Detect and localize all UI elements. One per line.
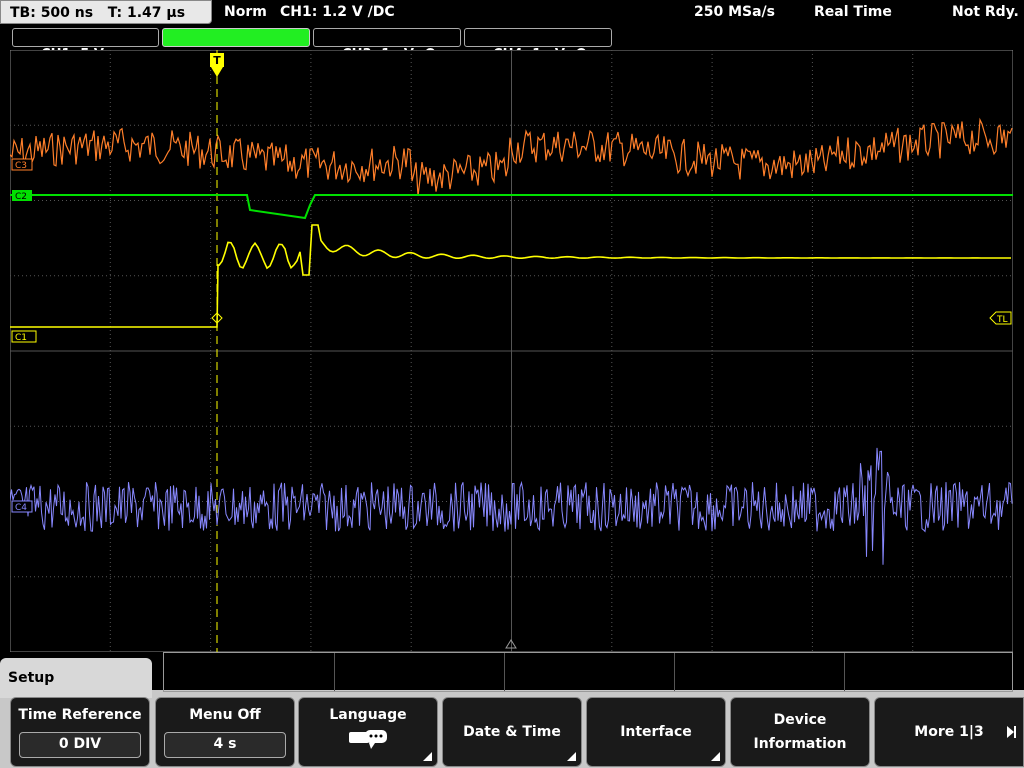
menu-off-value: 4 s <box>164 732 286 758</box>
device-information-label-1: Device <box>773 712 827 728</box>
device-information-label-2: Information <box>753 736 847 752</box>
channel-1-tab[interactable]: CH1: 5 V≃ <box>12 28 159 62</box>
menu-off-label: Menu Off <box>189 707 261 723</box>
acquisition-mode: Real Time <box>814 4 892 20</box>
date-time-label: Date & Time <box>463 724 561 740</box>
trigger-status: Not Rdy. <box>952 4 1019 20</box>
channel-4-tab[interactable]: CH4: 1mV≃Ω <box>464 28 612 62</box>
language-softkey[interactable]: Language <box>298 697 438 767</box>
time-reference-softkey[interactable]: Time Reference 0 DIV <box>10 697 150 767</box>
more-label: More 1|3 <box>914 724 984 740</box>
device-information-softkey[interactable]: Device Information <box>730 697 870 767</box>
more-softkey[interactable]: More 1|3 <box>874 697 1024 767</box>
trigger-mode[interactable]: Norm <box>224 0 267 24</box>
waveform-display[interactable]: T C3 C2 C1 C4 TL <box>10 50 1013 652</box>
submenu-indicator-icon <box>711 752 720 761</box>
svg-text:C2: C2 <box>15 192 27 202</box>
svg-text:C3: C3 <box>15 161 27 171</box>
submenu-indicator-icon <box>567 752 576 761</box>
svg-text:TL: TL <box>996 315 1008 325</box>
date-time-softkey[interactable]: Date & Time <box>442 697 582 767</box>
timebase-readout[interactable]: TB: 500 ns T: 1.47 µs <box>0 0 212 24</box>
info-strip <box>163 652 1013 692</box>
time-reference-value: 0 DIV <box>19 732 141 758</box>
menu-off-softkey[interactable]: Menu Off 4 s <box>155 697 295 767</box>
svg-text:C1: C1 <box>15 333 27 343</box>
trigger-position-marker[interactable]: T <box>210 53 224 67</box>
time-reference-label: Time Reference <box>18 707 142 723</box>
submenu-indicator-icon <box>423 752 432 761</box>
next-page-icon <box>1007 726 1016 738</box>
channel-3-tab[interactable]: CH3: 1mV≃Ω <box>313 28 461 62</box>
channel-2-tab[interactable]: CH2: 20 mV≃Ω <box>162 28 310 62</box>
ch2-offset-marker[interactable]: C2 <box>12 190 32 202</box>
interface-label: Interface <box>620 724 692 740</box>
svg-text:C4: C4 <box>15 503 27 513</box>
menu-title-setup: Setup <box>0 658 152 698</box>
svg-text:T: T <box>213 54 221 67</box>
trigger-readout[interactable]: CH1: 1.2 V ∕DC <box>280 0 395 24</box>
ch1-offset-marker[interactable]: C1 <box>11 330 37 343</box>
sample-rate: 250 MSa/s <box>694 4 776 20</box>
status-bar: TB: 500 ns T: 1.47 µs Norm CH1: 1.2 V ∕D… <box>0 0 1024 26</box>
language-label: Language <box>329 707 407 723</box>
ch3-offset-marker[interactable]: C3 <box>11 158 33 171</box>
interface-softkey[interactable]: Interface <box>586 697 726 767</box>
ch4-offset-marker[interactable]: C4 <box>11 500 33 513</box>
speech-bubbles-icon <box>349 730 387 749</box>
